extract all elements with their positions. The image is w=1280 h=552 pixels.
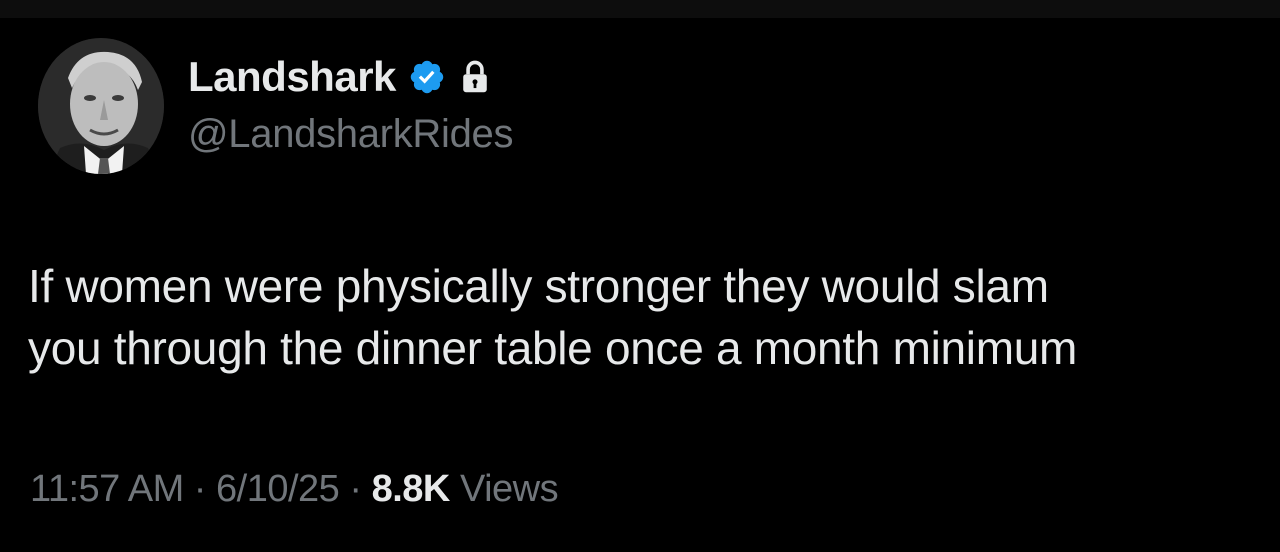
tweet-text-line: you through the dinner table once a mont… <box>28 322 1078 374</box>
tweet-meta: 11:57 AM · 6/10/25 · 8.8K Views <box>30 468 559 511</box>
tweet-text-line: If women were physically stronger they w… <box>28 260 1049 312</box>
avatar[interactable] <box>38 38 164 174</box>
person-portrait-icon <box>38 38 164 174</box>
views-count: 8.8K <box>371 468 451 510</box>
tweet-card: Landshark @LandsharkRides If women were … <box>0 0 1280 552</box>
meta-separator: · <box>193 468 207 510</box>
lock-icon <box>458 59 492 95</box>
verified-badge-icon[interactable] <box>408 58 446 96</box>
author-handle[interactable]: @LandsharkRides <box>188 112 513 157</box>
tweet-time[interactable]: 11:57 AM <box>30 468 184 510</box>
tweet-text: If women were physically stronger they w… <box>28 255 1258 379</box>
views-label: Views <box>459 468 559 510</box>
display-name[interactable]: Landshark <box>188 53 396 101</box>
tweet-date[interactable]: 6/10/25 <box>216 468 340 510</box>
meta-separator: · <box>349 468 362 510</box>
author-name-row: Landshark <box>188 52 492 102</box>
